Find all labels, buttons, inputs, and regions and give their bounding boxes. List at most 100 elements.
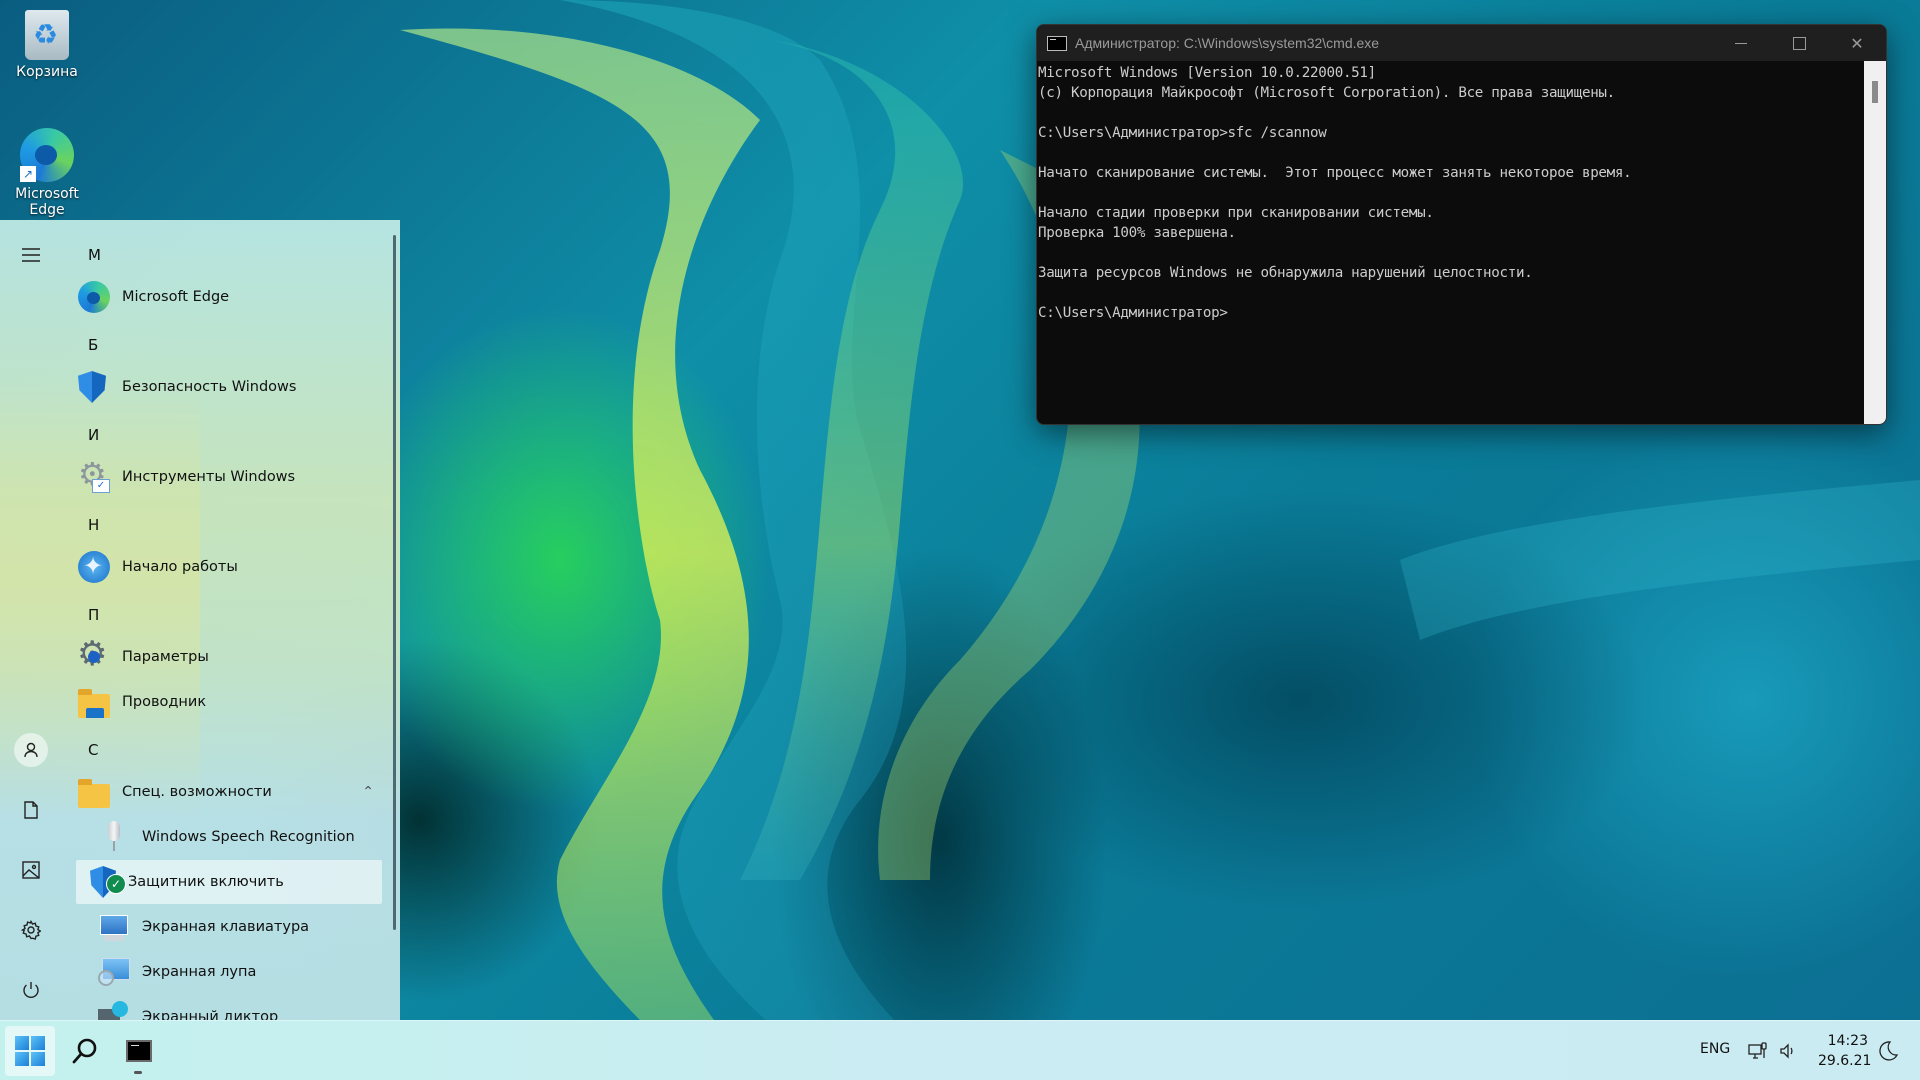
language-indicator[interactable]: ENG bbox=[1700, 1041, 1730, 1057]
settings-button[interactable] bbox=[14, 913, 48, 947]
console-line: Защита ресурсов Windows не обнаружила на… bbox=[1038, 265, 1533, 281]
app-item-speech-recognition[interactable]: Windows Speech Recognition bbox=[86, 815, 382, 859]
documents-button[interactable] bbox=[14, 793, 48, 827]
app-item-windows-security[interactable]: Безопасность Windows bbox=[76, 365, 382, 409]
chevron-up-icon[interactable]: ⌃ bbox=[362, 784, 374, 800]
app-item-windows-tools[interactable]: Инструменты Windows bbox=[76, 455, 382, 499]
cmd-titlebar[interactable]: Администратор: C:\Windows\system32\cmd.e… bbox=[1037, 25, 1886, 61]
app-item-get-started[interactable]: Начало работы bbox=[76, 545, 382, 589]
picture-icon bbox=[22, 861, 40, 879]
app-label: Microsoft Edge bbox=[122, 289, 230, 305]
minimize-icon bbox=[1735, 42, 1747, 44]
close-button[interactable]: ✕ bbox=[1828, 25, 1886, 61]
shortcut-arrow-icon: ↗ bbox=[20, 166, 36, 182]
minimize-button[interactable] bbox=[1712, 25, 1770, 61]
app-label: Параметры bbox=[122, 649, 209, 665]
console-line: (c) Корпорация Майкрософт (Microsoft Cor… bbox=[1038, 85, 1615, 101]
settings-icon bbox=[77, 634, 110, 674]
start-nav-column bbox=[0, 220, 62, 1020]
app-item-narrator[interactable]: Экранный диктор bbox=[86, 995, 382, 1020]
app-label: Windows Speech Recognition bbox=[142, 829, 355, 845]
console-line: Начало стадии проверки при сканировании … bbox=[1038, 205, 1434, 221]
edge-icon: ↗ bbox=[20, 128, 74, 182]
document-icon bbox=[24, 801, 38, 819]
app-label: Проводник bbox=[122, 694, 207, 710]
desktop-icon-label: Microsoft Edge bbox=[15, 186, 79, 218]
console-line: Microsoft Windows [Version 10.0.22000.51… bbox=[1038, 65, 1376, 81]
desktop-icon-recycle-bin[interactable]: Корзина bbox=[2, 10, 92, 80]
keyboard-icon bbox=[98, 911, 130, 943]
letter-header[interactable]: П bbox=[88, 606, 99, 624]
app-item-settings[interactable]: Параметры bbox=[76, 634, 382, 679]
cmd-window[interactable]: Администратор: C:\Windows\system32\cmd.e… bbox=[1036, 24, 1887, 425]
power-icon bbox=[23, 982, 39, 999]
folder-icon bbox=[78, 779, 110, 808]
edge-icon bbox=[78, 281, 110, 313]
start-button[interactable] bbox=[5, 1026, 55, 1076]
console-line: C:\Users\Администратор> bbox=[1038, 305, 1228, 321]
letter-header[interactable]: M bbox=[88, 246, 101, 264]
magnifier-icon bbox=[98, 956, 130, 988]
console-line: Проверка 100% завершена. bbox=[1038, 225, 1236, 241]
taskbar: ENG 14:23 29.6.21 bbox=[0, 1020, 1920, 1080]
cmd-console-output[interactable]: Microsoft Windows [Version 10.0.22000.51… bbox=[1037, 61, 1864, 424]
power-button[interactable] bbox=[14, 973, 48, 1007]
letter-header[interactable]: Н bbox=[88, 516, 99, 534]
maximize-button[interactable] bbox=[1770, 25, 1828, 61]
volume-button[interactable] bbox=[1778, 1041, 1798, 1061]
hamburger-menu-button[interactable] bbox=[14, 238, 48, 272]
app-item-on-screen-keyboard[interactable]: Экранная клавиатура bbox=[86, 905, 382, 949]
app-label: Спец. возможности bbox=[122, 784, 272, 800]
clock-time: 14:23 bbox=[1827, 1033, 1868, 1049]
cmd-scrollbar-thumb[interactable] bbox=[1872, 81, 1878, 103]
cmd-scrollbar[interactable] bbox=[1864, 61, 1886, 424]
app-label: Экранная лупа bbox=[142, 964, 257, 980]
app-item-explorer[interactable]: Проводник bbox=[76, 680, 382, 724]
app-item-defender-enable[interactable]: ✓ Защитник включить bbox=[76, 860, 382, 904]
focus-assist-button[interactable] bbox=[1876, 1039, 1900, 1063]
app-label: Безопасность Windows bbox=[122, 379, 297, 395]
user-button[interactable] bbox=[14, 733, 48, 767]
cmd-app-icon bbox=[1047, 35, 1067, 51]
cmd-icon bbox=[126, 1040, 152, 1062]
desktop-icon-label: Корзина bbox=[16, 64, 78, 80]
letter-header[interactable]: И bbox=[88, 426, 99, 444]
console-line: C:\Users\Администратор>sfc /scannow bbox=[1038, 125, 1327, 141]
app-label: Инструменты Windows bbox=[122, 469, 296, 485]
app-label: Экранный диктор bbox=[142, 1009, 279, 1020]
network-button[interactable] bbox=[1748, 1041, 1768, 1061]
tools-icon bbox=[78, 455, 110, 493]
microphone-icon bbox=[98, 821, 130, 853]
pictures-button[interactable] bbox=[14, 853, 48, 887]
close-icon: ✕ bbox=[1850, 33, 1864, 53]
desktop-icon-edge[interactable]: ↗ Microsoft Edge bbox=[2, 128, 92, 218]
app-item-microsoft-edge[interactable]: Microsoft Edge bbox=[76, 275, 382, 319]
letter-header[interactable]: С bbox=[88, 741, 98, 759]
start-app-list[interactable]: M Microsoft Edge Б Безопасность Windows … bbox=[76, 220, 386, 1020]
app-label: Начало работы bbox=[122, 559, 238, 575]
get-started-icon bbox=[78, 551, 110, 583]
windows-logo-icon bbox=[15, 1036, 45, 1066]
explorer-icon bbox=[78, 689, 110, 718]
menu-icon bbox=[22, 248, 40, 262]
app-label: Защитник включить bbox=[128, 874, 284, 890]
recycle-bin-icon bbox=[25, 10, 69, 60]
shield-icon bbox=[78, 371, 106, 403]
start-list-scrollbar[interactable] bbox=[393, 235, 396, 930]
cmd-window-title: Администратор: C:\Windows\system32\cmd.e… bbox=[1075, 35, 1380, 51]
search-button[interactable] bbox=[60, 1026, 110, 1076]
maximize-icon bbox=[1792, 36, 1806, 50]
letter-header[interactable]: Б bbox=[88, 336, 98, 354]
start-menu: M Microsoft Edge Б Безопасность Windows … bbox=[0, 220, 400, 1020]
app-folder-accessibility[interactable]: Спец. возможности ⌃ bbox=[76, 770, 382, 814]
taskbar-cmd-button[interactable] bbox=[114, 1026, 164, 1076]
check-badge-icon: ✓ bbox=[106, 874, 126, 894]
app-item-magnifier[interactable]: Экранная лупа bbox=[86, 950, 382, 994]
clock[interactable]: 14:23 29.6.21 bbox=[1818, 1031, 1871, 1071]
console-line: Начато сканирование системы. Этот процес… bbox=[1038, 165, 1632, 181]
